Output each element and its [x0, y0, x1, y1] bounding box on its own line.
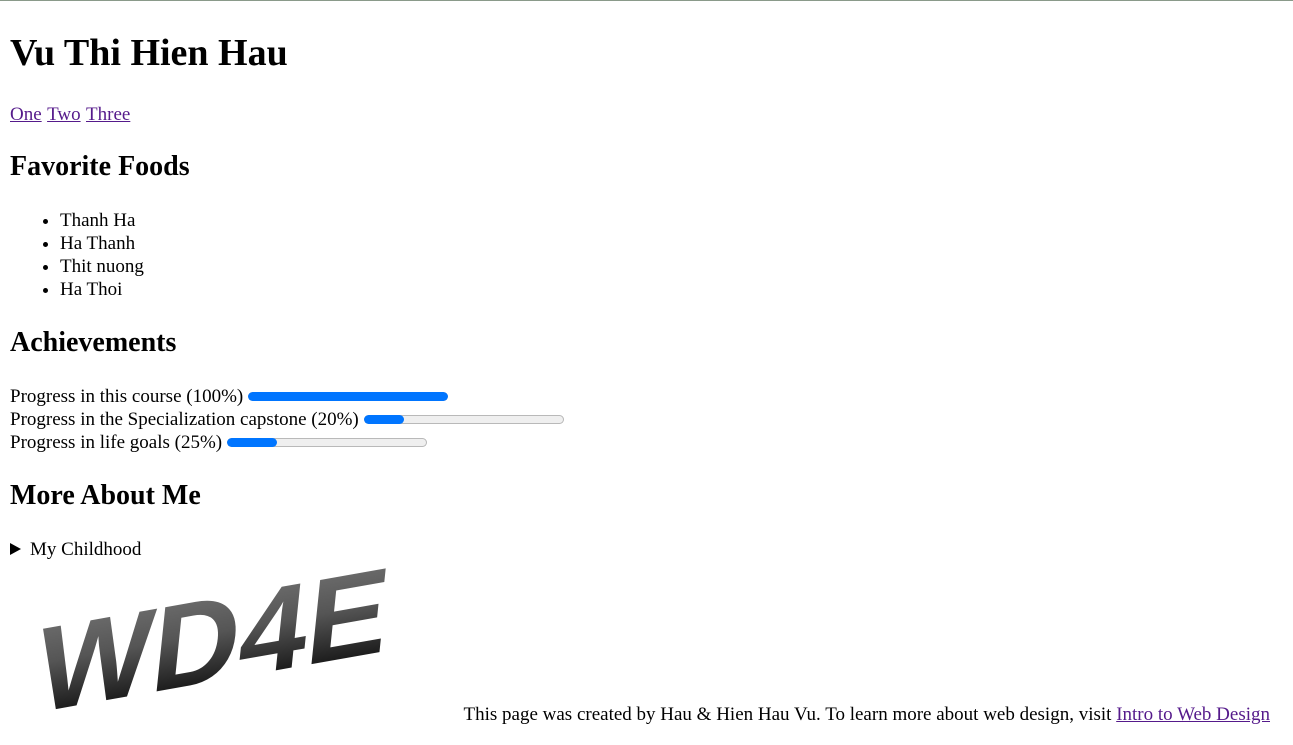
progress-label: Progress in the Specialization capstone … — [10, 409, 359, 430]
more-about-me-heading: More About Me — [10, 480, 201, 511]
progress-fill — [227, 438, 278, 447]
list-item: Ha Thoi — [60, 278, 144, 301]
progress-fill — [248, 392, 449, 401]
favorite-foods-heading: Favorite Foods — [10, 151, 190, 182]
progress-label: Progress in this course (100%) — [10, 386, 244, 407]
list-item: Thanh Ha — [60, 209, 144, 232]
nav-link-three[interactable]: Three — [86, 104, 130, 125]
favorite-foods-list: Thanh Ha Ha Thanh Thit nuong Ha Thoi — [10, 209, 144, 301]
achievements-list: Progress in this course (100%) Progress … — [10, 385, 564, 454]
nav-link-two[interactable]: Two — [47, 104, 81, 125]
progress-bar-course — [248, 392, 449, 401]
progress-fill — [363, 415, 404, 424]
footer-link[interactable]: Intro to Web Design — [1116, 704, 1270, 725]
footer-text: This page was created by Hau & Hien Hau … — [463, 704, 1117, 725]
nav-links: One Two Three — [10, 103, 131, 126]
progress-label: Progress in life goals (25%) — [10, 432, 223, 453]
progress-bar-life-goals — [227, 438, 428, 447]
progress-row-capstone: Progress in the Specialization capstone … — [10, 408, 564, 431]
progress-row-life-goals: Progress in life goals (25%) — [10, 431, 564, 454]
disclosure-triangle-icon — [10, 543, 21, 555]
list-item: Thit nuong — [60, 255, 144, 278]
wd4e-logo: WD4E — [32, 566, 396, 726]
page-footer: This page was created by Hau & Hien Hau … — [464, 703, 1271, 726]
list-item: Ha Thanh — [60, 232, 144, 255]
childhood-details-toggle[interactable]: My Childhood — [10, 538, 141, 561]
logo-text: WD4E — [32, 566, 396, 726]
details-summary: My Childhood — [30, 539, 142, 560]
progress-row-course: Progress in this course (100%) — [10, 385, 564, 408]
page-title: Vu Thi Hien Hau — [10, 32, 288, 74]
progress-bar-capstone — [363, 415, 564, 424]
nav-link-one[interactable]: One — [10, 104, 42, 125]
achievements-heading: Achievements — [10, 327, 177, 358]
